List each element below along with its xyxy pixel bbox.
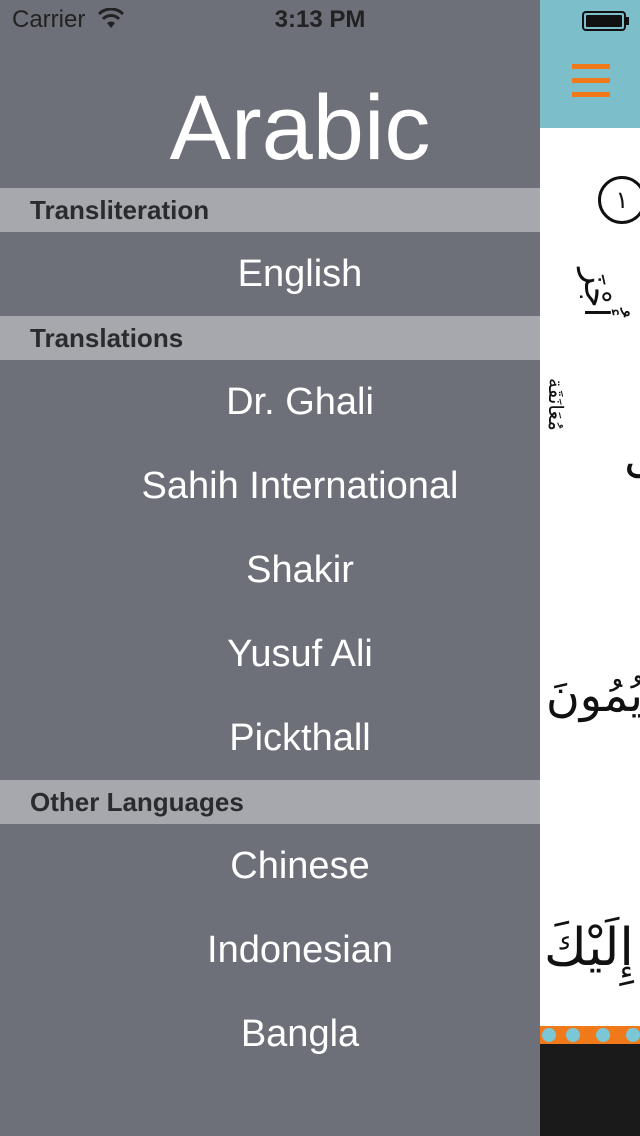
menu-item-sahih-international[interactable]: Sahih International xyxy=(0,444,600,528)
menu-item-yusuf-ali[interactable]: Yusuf Ali xyxy=(0,612,600,696)
menu-item-shakir[interactable]: Shakir xyxy=(0,528,600,612)
menu-item-dr-ghali[interactable]: Dr. Ghali xyxy=(0,360,600,444)
bottom-toolbar xyxy=(540,1044,640,1136)
status-time: 3:13 PM xyxy=(274,6,366,33)
menu-item-english[interactable]: English xyxy=(0,232,600,316)
main-content-peek[interactable]: ١ أُجْزَ ى مُعَانَقَة يُمُونَ إِلَيْكَ xyxy=(540,0,640,1136)
arabic-fragment: أُجْزَ xyxy=(576,268,616,318)
battery-icon xyxy=(582,10,630,31)
arabic-fragment: ى xyxy=(624,428,640,484)
section-header-other-languages: Other Languages xyxy=(0,780,540,824)
menu-item-pickthall[interactable]: Pickthall xyxy=(0,696,600,780)
screen: Carrier 3:13 PM Arabic Transliteration E… xyxy=(0,0,640,1136)
menu-item-chinese[interactable]: Chinese xyxy=(0,824,600,908)
arabic-fragment: يُمُونَ xyxy=(546,668,640,722)
drawer-title-arabic[interactable]: Arabic xyxy=(0,78,600,178)
quran-page: ١ أُجْزَ ى مُعَانَقَة يُمُونَ إِلَيْكَ xyxy=(540,128,640,1028)
section-header-transliteration: Transliteration xyxy=(0,188,540,232)
language-drawer: Arabic Transliteration English Translati… xyxy=(0,0,540,1136)
section-header-translations: Translations xyxy=(0,316,540,360)
page-border-decoration xyxy=(540,1026,640,1044)
verse-marker-icon: ١ xyxy=(598,176,640,224)
arabic-fragment: مُعَانَقَة xyxy=(544,378,568,431)
arabic-fragment: إِلَيْكَ xyxy=(544,918,634,978)
menu-item-bangla[interactable]: Bangla xyxy=(0,992,600,1076)
hamburger-icon[interactable] xyxy=(572,64,610,98)
menu-item-indonesian[interactable]: Indonesian xyxy=(0,908,600,992)
status-bar: Carrier 3:13 PM xyxy=(0,0,640,40)
verse-number: ١ xyxy=(615,186,629,214)
